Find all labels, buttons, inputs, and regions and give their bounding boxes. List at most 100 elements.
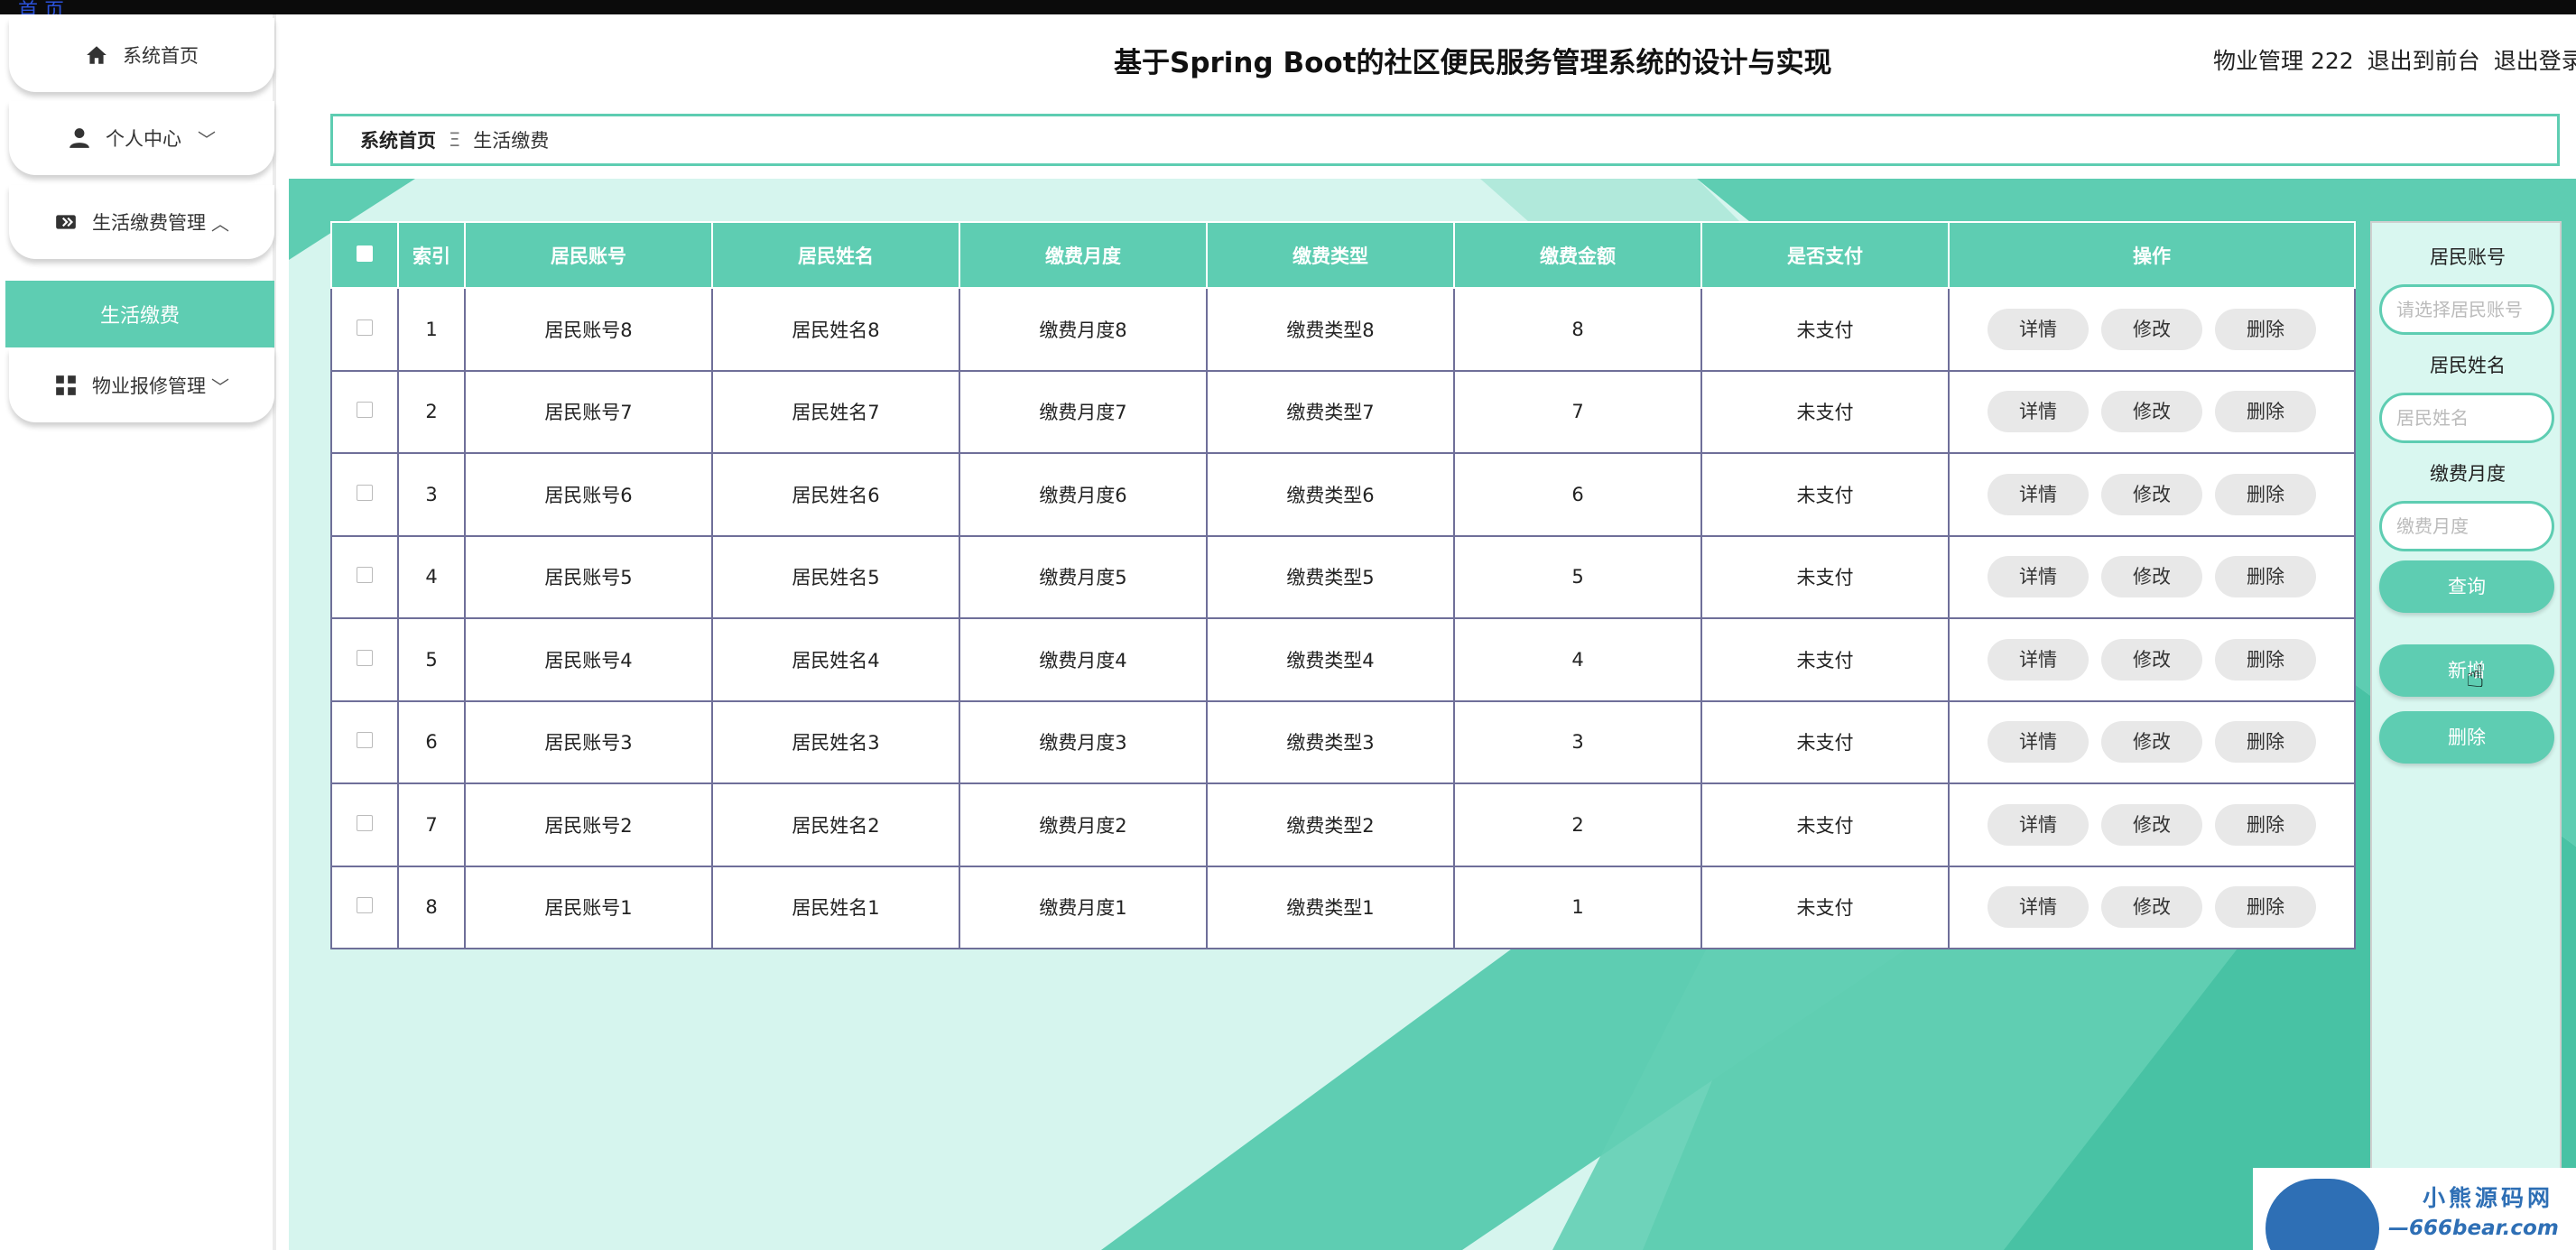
name-input[interactable]: 居民姓名 [2379,393,2554,443]
row-select-cell[interactable] [330,369,399,454]
row-select-cell[interactable] [330,617,399,702]
edit-button[interactable]: 修改 [2101,638,2202,681]
exit-to-front-link[interactable]: 退出到前台 [2368,43,2480,76]
detail-button[interactable]: 详情 [1988,803,2089,846]
detail-button[interactable]: 详情 [1988,721,2089,764]
col-header: 索引 [397,221,466,289]
row-select-cell[interactable] [330,699,399,784]
table-row: 2 居民账号7 居民姓名7 缴费月度7 缴费类型7 7 未支付 详情 修改 删除 [330,369,2356,454]
table-row: 6 居民账号3 居民姓名3 缴费月度3 缴费类型3 3 未支付 详情 修改 删除 [330,699,2356,784]
breadcrumb-separator: Ξ [449,129,461,151]
table-cell: 2 [1453,782,1702,867]
delete-button[interactable]: 删除 [2215,473,2316,515]
sidebar-item-profile[interactable]: 个人中心 ﹀ [9,101,274,175]
row-checkbox[interactable] [357,402,373,419]
row-checkbox[interactable] [357,897,373,914]
delete-button[interactable]: 删除 [2215,556,2316,598]
home-icon [87,46,107,64]
ops-cell: 详情 修改 删除 [1948,782,2356,867]
edit-button[interactable]: 修改 [2101,473,2202,515]
row-checkbox[interactable] [357,649,373,666]
detail-button[interactable]: 详情 [1988,886,2089,929]
top-bar [0,0,2576,14]
table-cell: 未支付 [1700,287,1950,372]
delete-button[interactable]: 删除 [2215,721,2316,764]
table-cell: 居民姓名4 [711,617,960,702]
table-cell: 1 [397,287,466,372]
detail-button[interactable]: 详情 [1988,391,2089,433]
detail-button[interactable]: 详情 [1988,473,2089,515]
sidebar-item-label: 物业报修管理 [92,375,206,397]
month-label: 缴费月度 [2430,463,2506,485]
month-input[interactable]: 缴费月度 [2379,501,2554,551]
chevron-down-icon: ﹀ [198,128,216,151]
col-header: 缴费月度 [959,221,1208,289]
row-select-cell[interactable] [330,865,399,949]
table-cell: 缴费类型6 [1206,452,1455,537]
breadcrumb-home[interactable]: 系统首页 [360,126,436,153]
table-cell: 7 [1453,369,1702,454]
row-checkbox[interactable] [357,732,373,749]
delete-button[interactable]: 删除 [2215,391,2316,433]
select-all-cell[interactable] [330,221,399,289]
edit-button[interactable]: 修改 [2101,721,2202,764]
detail-button[interactable]: 详情 [1988,638,2089,681]
table-cell: 缴费类型2 [1206,782,1455,867]
row-select-cell[interactable] [330,452,399,537]
edit-button[interactable]: 修改 [2101,803,2202,846]
table-cell: 缴费类型7 [1206,369,1455,454]
table-cell: 缴费月度6 [959,452,1208,537]
table-cell: 未支付 [1700,369,1950,454]
table-cell: 5 [397,617,466,702]
table-cell: 8 [1453,287,1702,372]
payment-icon [56,215,76,229]
delete-button[interactable]: 删除 [2215,638,2316,681]
batch-delete-button[interactable]: 删除 [2379,711,2554,764]
user-name: 物业管理 222 [2213,48,2354,74]
table-cell: 居民姓名5 [711,534,960,619]
sidebar-item-payment[interactable]: 生活缴费管理 ︿ [9,185,274,259]
delete-button[interactable]: 删除 [2215,886,2316,929]
detail-button[interactable]: 详情 [1988,556,2089,598]
row-select-cell[interactable] [330,287,399,372]
table-row: 4 居民账号5 居民姓名5 缴费月度5 缴费类型5 5 未支付 详情 修改 删除 [330,534,2356,619]
table-cell: 缴费月度3 [959,699,1208,784]
sidebar-item-label: 生活缴费管理 [92,212,206,234]
row-checkbox[interactable] [357,814,373,831]
table-cell: 居民姓名1 [711,865,960,949]
header-user-area: 物业管理 222 退出到前台 退出登录 [2213,43,2576,76]
edit-button[interactable]: 修改 [2101,391,2202,433]
logout-link[interactable]: 退出登录 [2494,43,2576,76]
sidebar-item-home[interactable]: 系统首页 [9,18,274,92]
table-row: 5 居民账号4 居民姓名4 缴费月度4 缴费类型4 4 未支付 详情 修改 删除 [330,617,2356,702]
sidebar-subitem-life-payment[interactable]: 生活缴费 [5,281,274,347]
delete-button[interactable]: 删除 [2215,308,2316,350]
table-cell: 缴费类型4 [1206,617,1455,702]
row-checkbox[interactable] [357,484,373,501]
table-cell: 缴费月度8 [959,287,1208,372]
row-select-cell[interactable] [330,782,399,867]
chevron-up-icon: ︿ [211,212,229,235]
table-cell: 缴费类型3 [1206,699,1455,784]
table-cell: 居民账号6 [464,452,713,537]
account-select[interactable]: 请选择居民账号 [2379,284,2554,335]
delete-button[interactable]: 删除 [2215,803,2316,846]
sidebar-item-label: 个人中心 [106,128,181,150]
sidebar-item-repair[interactable]: 物业报修管理 ﹀ [9,348,274,422]
edit-button[interactable]: 修改 [2101,886,2202,929]
query-button[interactable]: 查询 [2379,560,2554,613]
row-checkbox[interactable] [357,319,373,336]
detail-button[interactable]: 详情 [1988,308,2089,350]
table-cell: 居民账号1 [464,865,713,949]
edit-button[interactable]: 修改 [2101,556,2202,598]
row-select-cell[interactable] [330,534,399,619]
table-cell: 居民姓名6 [711,452,960,537]
edit-button[interactable]: 修改 [2101,308,2202,350]
table-cell: 6 [397,699,466,784]
row-checkbox[interactable] [357,567,373,584]
select-all-checkbox[interactable] [357,245,373,262]
table-cell: 缴费类型8 [1206,287,1455,372]
breadcrumb: 系统首页 Ξ 生活缴费 [330,114,2560,166]
watermark: 小熊源码网 —666bear.com— [2253,1168,2576,1250]
col-header: 是否支付 [1700,221,1950,289]
